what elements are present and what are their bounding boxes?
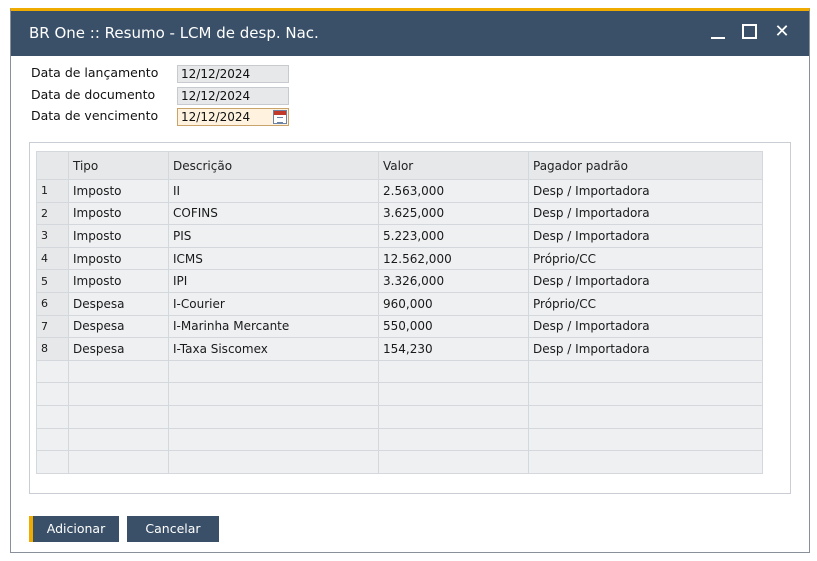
cell-tipo[interactable]: Despesa [68, 314, 169, 339]
cell-tipo[interactable]: Despesa [68, 291, 169, 316]
cell-tipo[interactable]: Imposto [68, 201, 169, 226]
empty-table-row[interactable] [36, 382, 763, 406]
cell-valor[interactable]: 5.223,000 [378, 224, 529, 248]
empty-table-row[interactable] [36, 359, 763, 384]
cell-descricao[interactable]: IPI [168, 269, 379, 293]
document-date-label: Data de documento [31, 87, 156, 102]
cell-pagador[interactable]: Desp / Importadora [528, 269, 763, 293]
cell-descricao[interactable]: II [168, 179, 379, 203]
cell-valor[interactable]: 3.625,000 [378, 201, 529, 226]
table-row[interactable]: 8 Despesa I-Taxa Siscomex 154,230 Desp /… [36, 337, 763, 361]
table-row[interactable]: 4 Imposto ICMS 12.562,000 Próprio/CC [36, 246, 763, 271]
row-number: 3 [36, 224, 69, 248]
due-date-value: 12/12/2024 [181, 110, 251, 124]
row-number: 5 [36, 269, 69, 293]
cell-tipo[interactable]: Despesa [68, 337, 169, 361]
table-row[interactable]: 6 Despesa I-Courier 960,000 Próprio/CC [36, 291, 763, 316]
row-number: 6 [36, 291, 69, 316]
cell-descricao[interactable]: I-Marinha Mercante [168, 314, 379, 339]
row-number: 8 [36, 337, 69, 361]
cell-valor[interactable]: 550,000 [378, 314, 529, 339]
cell-tipo[interactable]: Imposto [68, 269, 169, 293]
column-header-pagador[interactable]: Pagador padrão [528, 151, 763, 180]
table-header-row: Tipo Descrição Valor Pagador padrão [36, 151, 763, 180]
table-row[interactable]: 5 Imposto IPI 3.326,000 Desp / Importado… [36, 269, 763, 293]
row-number: 4 [36, 246, 69, 271]
window-title: BR One :: Resumo - LCM de desp. Nac. [29, 24, 319, 42]
cell-pagador[interactable]: Desp / Importadora [528, 224, 763, 248]
column-header-tipo[interactable]: Tipo [68, 151, 169, 180]
row-number: 1 [36, 179, 69, 203]
row-number: 2 [36, 201, 69, 226]
table-row[interactable]: 3 Imposto PIS 5.223,000 Desp / Importado… [36, 224, 763, 248]
cell-descricao[interactable]: I-Courier [168, 291, 379, 316]
column-header-row-number [36, 151, 69, 180]
cell-tipo[interactable]: Imposto [68, 224, 169, 248]
cell-descricao[interactable]: PIS [168, 224, 379, 248]
add-button[interactable]: Adicionar [29, 516, 119, 542]
expenses-table: Tipo Descrição Valor Pagador padrão 1 Im… [36, 151, 763, 474]
cell-pagador[interactable]: Desp / Importadora [528, 201, 763, 226]
cell-pagador[interactable]: Próprio/CC [528, 291, 763, 316]
expenses-panel: Tipo Descrição Valor Pagador padrão 1 Im… [29, 142, 791, 494]
calendar-icon[interactable] [273, 110, 287, 124]
table-row[interactable]: 2 Imposto COFINS 3.625,000 Desp / Import… [36, 201, 763, 226]
empty-table-row[interactable] [36, 427, 763, 452]
cell-valor[interactable]: 12.562,000 [378, 246, 529, 271]
column-header-valor[interactable]: Valor [378, 151, 529, 180]
title-bar[interactable]: BR One :: Resumo - LCM de desp. Nac. ✕ [11, 11, 809, 56]
cell-valor[interactable]: 3.326,000 [378, 269, 529, 293]
table-row[interactable]: 1 Imposto II 2.563,000 Desp / Importador… [36, 179, 763, 203]
cell-pagador[interactable]: Desp / Importadora [528, 179, 763, 203]
close-icon[interactable]: ✕ [771, 21, 793, 43]
minimize-icon[interactable] [707, 21, 729, 43]
cell-valor[interactable]: 2.563,000 [378, 179, 529, 203]
cell-valor[interactable]: 960,000 [378, 291, 529, 316]
due-date-label: Data de vencimento [31, 108, 159, 123]
cell-descricao[interactable]: ICMS [168, 246, 379, 271]
document-date-field[interactable]: 12/12/2024 [177, 87, 289, 105]
cell-valor[interactable]: 154,230 [378, 337, 529, 361]
due-date-field[interactable]: 12/12/2024 [177, 108, 289, 126]
empty-table-row[interactable] [36, 404, 763, 429]
posting-date-label: Data de lançamento [31, 65, 159, 80]
cell-descricao[interactable]: I-Taxa Siscomex [168, 337, 379, 361]
posting-date-field[interactable]: 12/12/2024 [177, 65, 289, 83]
row-number: 7 [36, 314, 69, 339]
cell-pagador[interactable]: Desp / Importadora [528, 314, 763, 339]
empty-table-row[interactable] [36, 450, 763, 474]
cell-tipo[interactable]: Imposto [68, 246, 169, 271]
maximize-icon[interactable] [739, 21, 761, 43]
column-header-descricao[interactable]: Descrição [168, 151, 379, 180]
cell-descricao[interactable]: COFINS [168, 201, 379, 226]
table-row[interactable]: 7 Despesa I-Marinha Mercante 550,000 Des… [36, 314, 763, 339]
cell-tipo[interactable]: Imposto [68, 179, 169, 203]
cell-pagador[interactable]: Próprio/CC [528, 246, 763, 271]
cell-pagador[interactable]: Desp / Importadora [528, 337, 763, 361]
dialog-window: BR One :: Resumo - LCM de desp. Nac. ✕ D… [10, 8, 810, 553]
cancel-button[interactable]: Cancelar [127, 516, 219, 542]
